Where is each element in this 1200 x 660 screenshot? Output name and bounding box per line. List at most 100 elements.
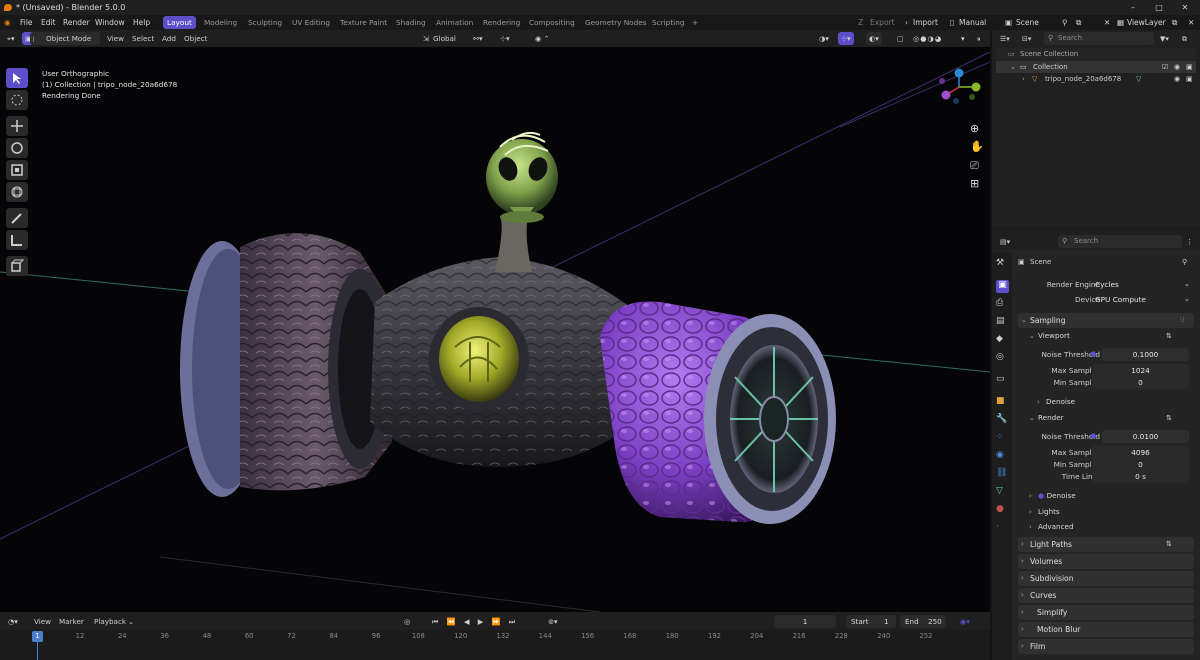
menu-file[interactable]: File	[20, 15, 33, 30]
panel-subdivision[interactable]: › Subdivision	[1018, 571, 1194, 586]
new-collection-icon[interactable]: ⧉	[1182, 32, 1187, 46]
viewlayer-selector[interactable]: ViewLayer	[1127, 15, 1166, 30]
properties-search-input[interactable]: ⚲ Search	[1058, 235, 1182, 248]
viewport-presets-icon[interactable]: ⇅	[1166, 329, 1172, 343]
select-box-tool-icon[interactable]	[6, 68, 28, 88]
tab-animation[interactable]: Animation	[432, 16, 477, 29]
r-noise-field[interactable]: 0.0100	[1102, 430, 1189, 443]
overlay-toggle-icon[interactable]: ◐▾	[866, 32, 882, 45]
close-icon[interactable]: ✕	[1172, 0, 1198, 15]
orientation-selector[interactable]: Global	[430, 32, 459, 45]
rotate-tool-icon[interactable]	[6, 138, 28, 158]
tab-sculpting[interactable]: Sculpting	[244, 16, 286, 29]
tool-tab-icon[interactable]: ⚒	[996, 258, 1009, 271]
view-layer-tab-icon[interactable]: ▤	[996, 316, 1009, 329]
panel-motion-blur[interactable]: › Motion Blur	[1018, 622, 1194, 637]
tab-rendering[interactable]: Rendering	[479, 16, 524, 29]
collection-checkbox-icon[interactable]: ☑	[1162, 60, 1168, 74]
visibility-icon[interactable]: ◑▾	[816, 32, 832, 45]
scale-tool-icon[interactable]	[6, 160, 28, 180]
panel-curves[interactable]: › Curves	[1018, 588, 1194, 603]
move-tool-icon[interactable]	[6, 116, 28, 136]
editor-type-icon[interactable]: ⌖▾	[4, 32, 18, 45]
tab-modeling[interactable]: Modeling	[200, 16, 241, 29]
properties-options-icon[interactable]: ⋮	[1186, 235, 1193, 249]
constraints-tab-icon[interactable]: ⛓	[996, 468, 1009, 481]
menu-edit[interactable]: Edit	[41, 15, 56, 30]
menu-select[interactable]: Select	[129, 32, 157, 45]
current-frame-field[interactable]: 1	[774, 615, 836, 628]
menu-object[interactable]: Object	[181, 32, 210, 45]
vp-noise-checkbox[interactable]: ●	[1090, 347, 1096, 361]
delete-scene-icon[interactable]: ✕	[1104, 15, 1110, 30]
navigation-gizmo[interactable]	[934, 67, 984, 107]
subpanel-advanced[interactable]: › Advanced	[1026, 520, 1191, 534]
panel-volumes[interactable]: › Volumes	[1018, 554, 1194, 569]
collection-tab-icon[interactable]: ▭	[996, 374, 1009, 387]
mode-selector[interactable]: Object Mode	[34, 32, 100, 45]
pivot-icon[interactable]: ⚯▾	[470, 32, 486, 45]
outliner-search-input[interactable]: ⚲ Search	[1044, 32, 1154, 45]
tab-scripting[interactable]: Scripting	[648, 16, 688, 29]
new-viewlayer-icon[interactable]: ⧉	[1172, 15, 1177, 30]
blender-menu-icon[interactable]: ◉	[4, 15, 11, 30]
auto-keying-icon[interactable]: ◎	[404, 615, 410, 628]
texture-tab-icon[interactable]: ·	[996, 522, 1009, 535]
measure-tool-icon[interactable]	[6, 230, 28, 250]
minimize-icon[interactable]: –	[1120, 0, 1146, 15]
data-tab-icon[interactable]: ▽	[996, 486, 1009, 499]
grid-icon[interactable]: ⊞	[970, 177, 984, 191]
sidebar-toggle-icon[interactable]: ⏸	[974, 32, 984, 45]
panel-sampling[interactable]: ⌄ Sampling	[1018, 313, 1194, 328]
manual-button[interactable]: Manual	[959, 15, 986, 30]
outliner-sort-icon[interactable]: ▼▾	[1160, 32, 1169, 46]
start-frame-field[interactable]: Start 1	[846, 615, 896, 628]
export-button[interactable]: Export	[870, 15, 895, 30]
playhead[interactable]: 1	[32, 631, 43, 642]
panel-simplify[interactable]: › Simplify	[1018, 605, 1194, 620]
tab-texture-paint[interactable]: Texture Paint	[336, 16, 391, 29]
3d-viewport[interactable]: User Orthographic (1) Collection | tripo…	[0, 47, 990, 612]
menu-add[interactable]: Add	[159, 32, 179, 45]
add-cube-tool-icon[interactable]	[6, 256, 28, 276]
modifier-tab-icon[interactable]: 🔧	[996, 414, 1009, 427]
r-time-field[interactable]: 0 s	[1092, 470, 1189, 483]
device-dropdown[interactable]: GPU Compute	[1092, 293, 1189, 306]
particles-tab-icon[interactable]: ⁘	[996, 432, 1009, 445]
output-tab-icon[interactable]: ⎙	[996, 298, 1009, 311]
panel-film[interactable]: › Film	[1018, 639, 1194, 654]
cursor-tool-icon[interactable]	[6, 90, 28, 110]
export-icon[interactable]: Z	[858, 15, 863, 30]
outliner-editor-icon[interactable]: ☰▾	[1000, 32, 1010, 46]
tab-layout[interactable]: Layout	[163, 16, 196, 29]
world-tab-icon[interactable]: ◎	[996, 352, 1009, 365]
scene-tab-icon[interactable]: ◆	[996, 334, 1009, 347]
playback-controls[interactable]: ⏮ ⏪ ◀ ▶ ⏩ ⏭	[432, 615, 518, 628]
subpanel-lights[interactable]: › Lights	[1026, 505, 1191, 519]
properties-editor-icon[interactable]: ▤▾	[1000, 235, 1010, 249]
new-scene-icon[interactable]: ⧉	[1076, 15, 1081, 30]
r-noise-checkbox[interactable]: ●	[1090, 429, 1096, 443]
playback-menu[interactable]: Playback	[94, 615, 126, 628]
sampling-drag-icon[interactable]: ⁞⁞	[1180, 313, 1184, 327]
annotate-tool-icon[interactable]	[6, 208, 28, 228]
outliner-filter-icon[interactable]: ⊟▾	[1022, 32, 1031, 46]
material-tab-icon[interactable]: ●	[996, 504, 1009, 517]
object-camera-icon[interactable]: ▣	[1186, 72, 1193, 86]
tab-uv-editing[interactable]: UV Editing	[288, 16, 334, 29]
import-button[interactable]: Import	[913, 15, 938, 30]
vp-min-field[interactable]: 0	[1092, 376, 1189, 389]
pin-icon[interactable]: ⚲	[1062, 15, 1068, 30]
shading-popover-icon[interactable]: ▾	[958, 32, 968, 45]
timeline-menu-marker[interactable]: Marker	[59, 615, 84, 628]
snap-icon[interactable]: ⊹▾	[497, 32, 513, 45]
object-tab-icon[interactable]: ■	[996, 396, 1009, 409]
subpanel-vp-denoise[interactable]: › Denoise	[1034, 395, 1199, 409]
tab-geometry-nodes[interactable]: Geometry Nodes	[581, 16, 651, 29]
keying-set-icon[interactable]: ⊚▾	[548, 615, 558, 628]
collection-expand-icon[interactable]: ⌄	[1010, 60, 1016, 74]
delete-viewlayer-icon[interactable]: ✕	[1188, 15, 1194, 30]
hand-pan-icon[interactable]: ✋	[970, 140, 984, 154]
object-eye-icon[interactable]: ◉	[1174, 72, 1180, 86]
render-presets-icon[interactable]: ⇅	[1166, 411, 1172, 425]
